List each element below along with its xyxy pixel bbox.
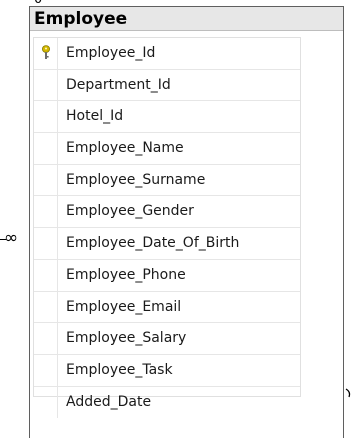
- column-row[interactable]: Employee_Task: [34, 354, 300, 387]
- column-name: Employee_Gender: [66, 203, 194, 220]
- column-name: Employee_Salary: [66, 330, 187, 347]
- column-row[interactable]: Employee_Salary: [34, 323, 300, 355]
- column-name: Employee_Name: [66, 140, 184, 157]
- key-cell: [34, 386, 58, 419]
- key-cell: [34, 38, 58, 69]
- relationship-connector-right: [345, 388, 351, 398]
- column-row[interactable]: Employee_Id: [34, 38, 300, 70]
- key-cell: [34, 133, 58, 164]
- key-cell: [34, 291, 58, 323]
- key-cell: [34, 354, 58, 386]
- column-name: Employee_Surname: [66, 171, 206, 188]
- column-name: Added_Date: [66, 393, 152, 410]
- key-cell: [34, 228, 58, 259]
- key-cell: [34, 259, 58, 291]
- column-name: Department_Id: [66, 76, 171, 93]
- column-row[interactable]: Employee_Name: [34, 133, 300, 165]
- column-row[interactable]: Hotel_Id: [34, 101, 300, 134]
- column-name: Hotel_Id: [66, 108, 124, 125]
- table-title: Employee: [34, 9, 128, 29]
- column-row[interactable]: Employee_Email: [34, 291, 300, 324]
- column-row[interactable]: Employee_Surname: [34, 164, 300, 197]
- diagram-canvas: 0 ∞ Employee Employee_IdDepartment_IdHot…: [0, 0, 352, 438]
- column-row[interactable]: Employee_Gender: [34, 196, 300, 229]
- column-name: Employee_Id: [66, 45, 156, 61]
- key-cell: [34, 101, 58, 133]
- column-row[interactable]: Employee_Date_Of_Birth: [34, 228, 300, 260]
- key-cell: [34, 196, 58, 228]
- key-cell: [34, 164, 58, 196]
- table-title-bar[interactable]: Employee: [30, 7, 343, 31]
- primary-key-icon: [42, 45, 50, 59]
- column-row[interactable]: Employee_Phone: [34, 259, 300, 292]
- key-cell: [34, 323, 58, 354]
- column-row[interactable]: Department_Id: [34, 69, 300, 102]
- column-name: Employee_Task: [66, 361, 173, 378]
- relationship-many-marker: ∞: [4, 228, 19, 248]
- column-row[interactable]: Added_Date: [34, 386, 300, 419]
- column-name: Employee_Email: [66, 298, 182, 315]
- column-list: Employee_Id Department_Id Hotel_Id Employee…: [33, 37, 301, 419]
- key-cell: [34, 69, 58, 101]
- column-name: Employee_Date_Of_Birth: [66, 235, 240, 252]
- column-name: Employee_Phone: [66, 266, 186, 283]
- employee-table[interactable]: Employee Employee_Id Department_Id Hotel_I…: [29, 6, 344, 438]
